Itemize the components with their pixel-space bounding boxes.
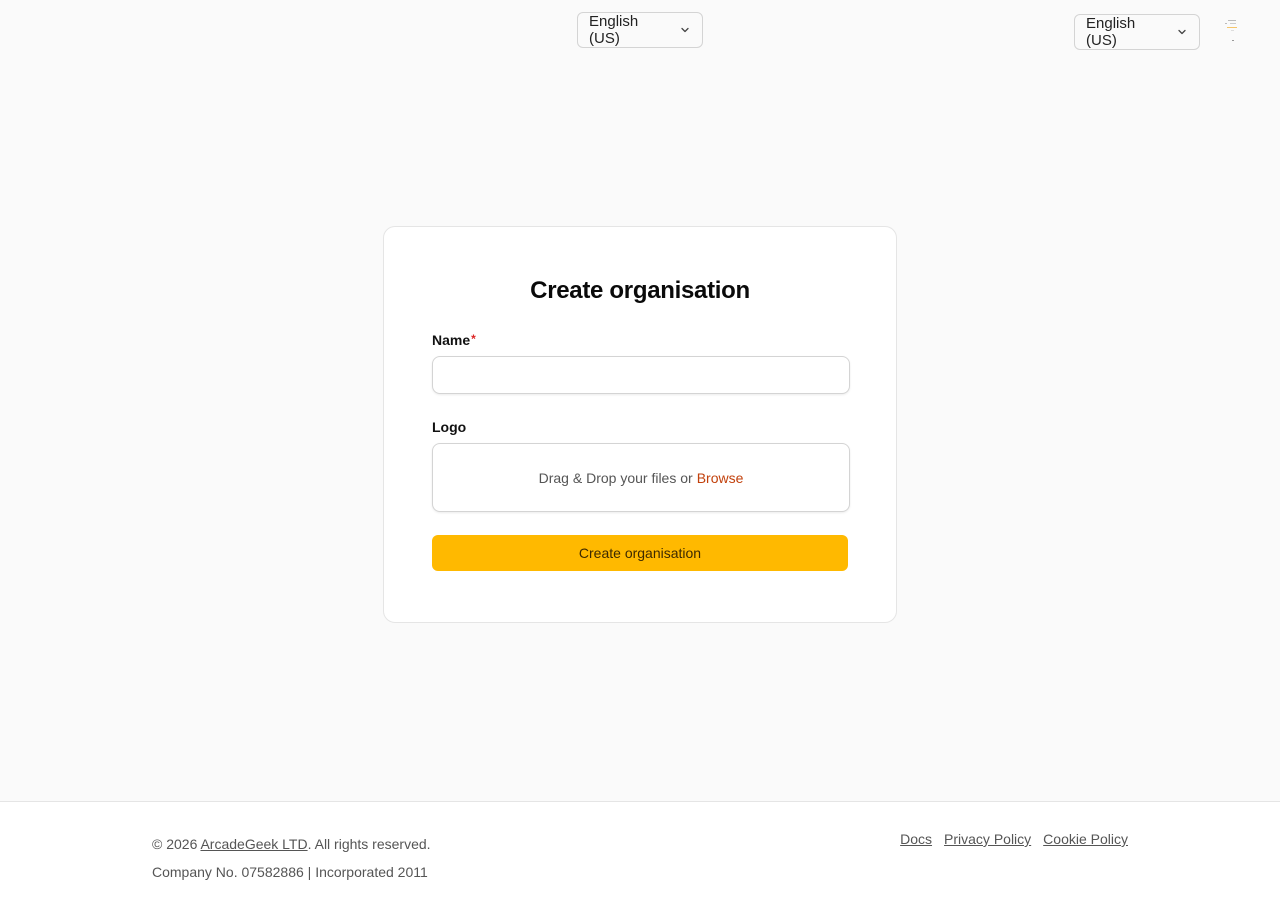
docs-link[interactable]: Docs [900, 830, 932, 848]
company-link[interactable]: ArcadeGeek LTD [200, 836, 307, 852]
copyright-line: © 2026 ArcadeGeek LTD. All rights reserv… [152, 830, 431, 858]
copyright-suffix: . All rights reserved. [307, 836, 431, 852]
footer-legal: © 2026 ArcadeGeek LTD. All rights reserv… [152, 830, 431, 886]
cookie-policy-link[interactable]: Cookie Policy [1043, 830, 1128, 848]
language-select-label: English (US) [1086, 15, 1136, 49]
logo-dropzone[interactable]: Drag & Drop your files or Browse [432, 443, 850, 512]
name-input[interactable] [432, 356, 850, 394]
create-organisation-button[interactable]: Create organisation [432, 535, 848, 571]
language-select-center[interactable]: English (US) [577, 12, 703, 48]
language-select-right[interactable]: English (US) [1074, 14, 1200, 50]
copyright-prefix: © 2026 [152, 836, 201, 852]
required-marker: * [471, 332, 476, 346]
page-title: Create organisation [530, 277, 750, 304]
create-organisation-card: Create organisation Name* Logo Drag & Dr… [383, 226, 897, 623]
footer: © 2026 ArcadeGeek LTD. All rights reserv… [0, 801, 1280, 900]
privacy-policy-link[interactable]: Privacy Policy [944, 830, 1031, 848]
name-field-label: Name* [432, 332, 848, 348]
logo-field-label: Logo [432, 419, 467, 435]
company-info: Company No. 07582886 | Incorporated 2011 [152, 864, 428, 880]
dropzone-text: Drag & Drop your files or [538, 469, 693, 486]
footer-links: Docs Privacy Policy Cookie Policy [900, 830, 1128, 848]
chevron-down-icon [1177, 27, 1187, 37]
app-logo-icon[interactable] [1222, 18, 1242, 46]
chevron-down-icon [680, 25, 690, 35]
name-label-text: Name [432, 332, 471, 348]
language-select-label: English (US) [589, 13, 639, 47]
browse-link[interactable]: Browse [697, 470, 744, 486]
